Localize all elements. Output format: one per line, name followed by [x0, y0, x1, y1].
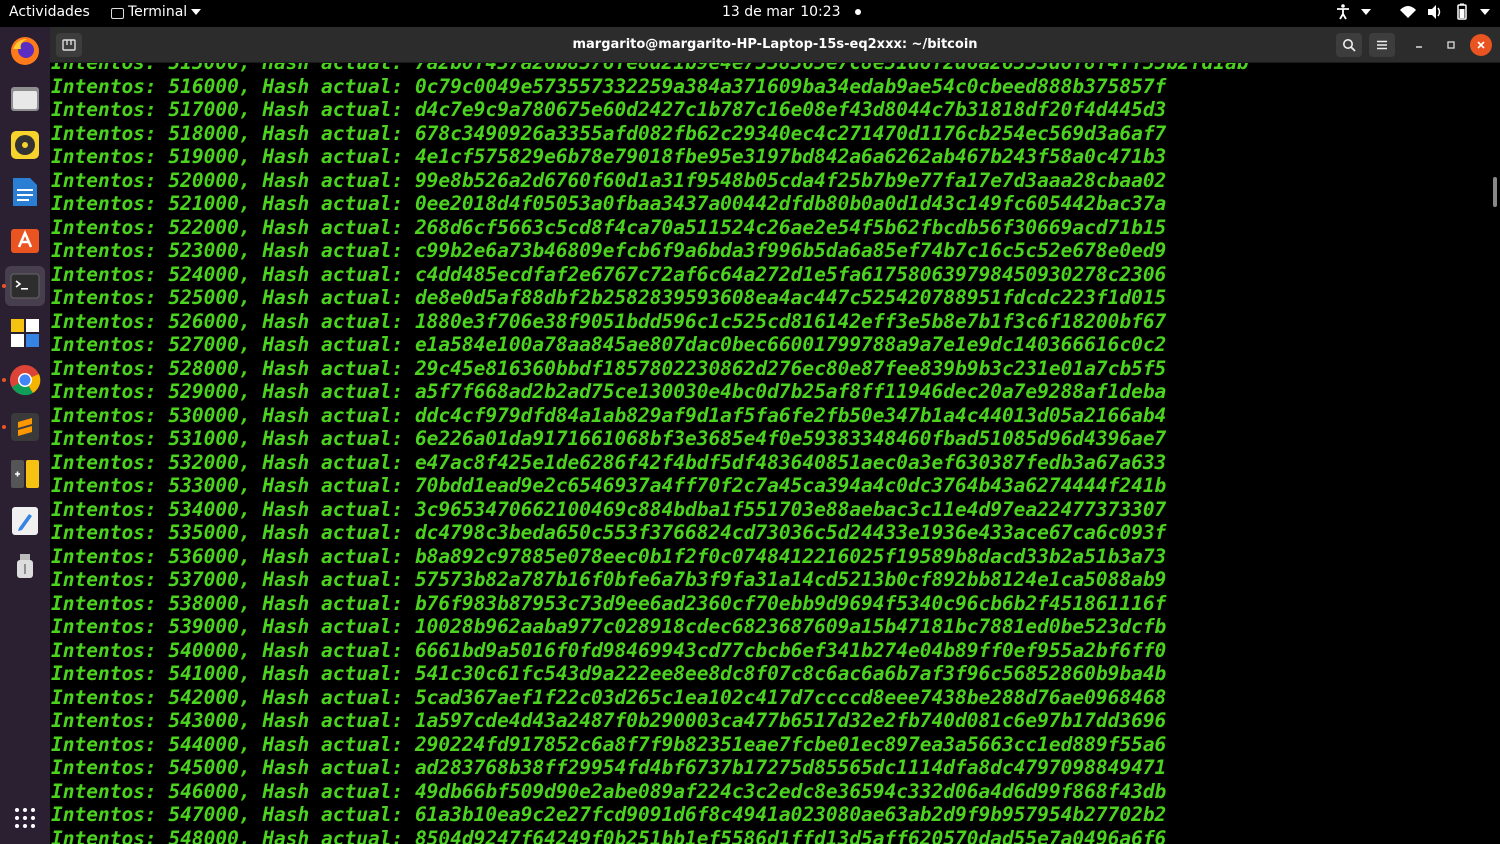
- terminal-line: Intentos: 519000, Hash actual: 4e1cf5758…: [51, 145, 1167, 168]
- chevron-down-icon[interactable]: [1480, 9, 1490, 15]
- running-indicator-icon: [2, 425, 6, 429]
- terminal-line: Intentos: 523000, Hash actual: c99b2e6a7…: [51, 239, 1167, 262]
- terminal-line: Intentos: 532000, Hash actual: e47ac8f42…: [51, 450, 1167, 474]
- app-menu[interactable]: Terminal: [111, 4, 202, 20]
- sublime-icon[interactable]: [5, 407, 45, 447]
- scrollbar[interactable]: [1490, 63, 1500, 844]
- terminal-line: Intentos: 524000, Hash actual: c4dd485ec…: [51, 262, 1167, 286]
- terminal-line: Intentos: 547000, Hash actual: 61a3b10ea…: [51, 803, 1167, 826]
- menu-icon: [1377, 40, 1387, 50]
- battery-icon[interactable]: [1453, 3, 1471, 21]
- minimize-icon: [1416, 46, 1422, 48]
- terminal-line: Intentos: 522000, Hash actual: 268d6cf56…: [51, 215, 1167, 239]
- search-icon: [1343, 39, 1356, 52]
- terminal-line: Intentos: 539000, Hash actual: 10028b962…: [51, 615, 1167, 638]
- maximize-button[interactable]: [1440, 34, 1462, 56]
- rhythmbox-icon[interactable]: [5, 125, 45, 165]
- chevron-down-icon[interactable]: [1361, 9, 1371, 15]
- terminal-lines: Intentos: 515000, Hash actual: 7a2b0f457…: [51, 63, 1248, 844]
- accessibility-icon[interactable]: [1334, 3, 1352, 21]
- files-icon[interactable]: [5, 78, 45, 118]
- terminal-line: Intentos: 545000, Hash actual: ad283768b…: [51, 756, 1167, 779]
- window-title: margarito@margarito-HP-Laptop-15s-eq2xxx…: [572, 37, 978, 52]
- terminal-line: Intentos: 534000, Hash actual: 3c9653470…: [51, 497, 1167, 521]
- volume-icon[interactable]: [1426, 3, 1444, 21]
- terminal-line: Intentos: 518000, Hash actual: 678c34909…: [51, 121, 1167, 145]
- terminal-line: Intentos: 529000, Hash actual: a5f7f668a…: [51, 380, 1167, 403]
- terminal-line: Intentos: 521000, Hash actual: 0ee2018d4…: [51, 192, 1167, 215]
- text-editor-icon[interactable]: [5, 501, 45, 541]
- maximize-icon: [1447, 41, 1455, 49]
- terminal-output[interactable]: Intentos: 515000, Hash actual: 7a2b0f457…: [50, 63, 1490, 844]
- clock-time: 10:23: [800, 4, 841, 20]
- terminal-line: Intentos: 517000, Hash actual: d4c7e9c9a…: [51, 98, 1167, 121]
- terminal-line: Intentos: 541000, Hash actual: 541c30c61…: [51, 662, 1167, 685]
- terminal-line: Intentos: 535000, Hash actual: dc4798c3b…: [51, 521, 1167, 544]
- terminal-mini-icon: [111, 7, 124, 19]
- terminal-line: Intentos: 533000, Hash actual: 70bdd1ead…: [51, 474, 1167, 497]
- terminal-line: Intentos: 515000, Hash actual: 7a2b0f457…: [51, 63, 1248, 75]
- system-tray[interactable]: [1334, 3, 1490, 21]
- search-button[interactable]: [1336, 33, 1362, 57]
- terminal-line: Intentos: 536000, Hash actual: b8a892c97…: [51, 544, 1167, 568]
- chrome-icon[interactable]: [5, 360, 45, 400]
- app-grid-icon[interactable]: [5, 798, 45, 838]
- scrollbar-thumb[interactable]: [1493, 177, 1497, 207]
- terminal-line: Intentos: 530000, Hash actual: ddc4cf979…: [51, 403, 1167, 427]
- terminal-line: Intentos: 531000, Hash actual: 6e226a01d…: [51, 427, 1167, 450]
- close-icon: [1477, 41, 1485, 49]
- terminal-line: Intentos: 546000, Hash actual: 49db66bf5…: [51, 779, 1167, 803]
- menu-button[interactable]: [1369, 33, 1395, 57]
- terminal-line: Intentos: 537000, Hash actual: 57573b82a…: [51, 568, 1167, 591]
- wifi-icon[interactable]: [1399, 3, 1417, 21]
- running-indicator-icon: [2, 378, 6, 382]
- writer-icon[interactable]: [5, 172, 45, 212]
- calculator-icon[interactable]: [5, 454, 45, 494]
- terminal-line: Intentos: 542000, Hash actual: 5cad367ae…: [51, 685, 1167, 709]
- dock: [0, 27, 50, 844]
- close-button[interactable]: [1470, 34, 1492, 56]
- activities-button[interactable]: Actividades: [9, 4, 90, 20]
- running-indicator-icon: [2, 284, 6, 288]
- usb-icon[interactable]: [5, 548, 45, 588]
- terminal-window: margarito@margarito-HP-Laptop-15s-eq2xxx…: [50, 27, 1500, 844]
- terminal-line: Intentos: 516000, Hash actual: 0c79c0049…: [51, 74, 1167, 98]
- terminal-line: Intentos: 543000, Hash actual: 1a597cde4…: [51, 709, 1167, 732]
- terminal-line: Intentos: 544000, Hash actual: 290224fd9…: [51, 732, 1167, 756]
- terminal-line: Intentos: 520000, Hash actual: 99e8b526a…: [51, 168, 1167, 192]
- chevron-down-icon: [191, 9, 202, 15]
- terminal-line: Intentos: 527000, Hash actual: e1a584e10…: [51, 333, 1167, 356]
- clock[interactable]: 13 de mar 10:23: [722, 4, 861, 20]
- notification-dot-icon: [854, 9, 861, 15]
- terminal-icon[interactable]: [5, 266, 45, 306]
- top-bar: Actividades Terminal 13 de mar 10:23: [0, 0, 1500, 27]
- clock-date: 13 de mar: [722, 4, 795, 20]
- firefox-icon[interactable]: [5, 31, 45, 71]
- app-menu-label: Terminal: [128, 4, 188, 20]
- terminal-line: Intentos: 540000, Hash actual: 6661bd9a5…: [51, 638, 1167, 662]
- terminal-line: Intentos: 548000, Hash actual: 8504d9247…: [51, 826, 1167, 844]
- software-icon[interactable]: [5, 219, 45, 259]
- terminal-line: Intentos: 538000, Hash actual: b76f983b8…: [51, 591, 1167, 615]
- minimize-button[interactable]: [1408, 34, 1430, 56]
- sudoku-icon[interactable]: [5, 313, 45, 353]
- terminal-line: Intentos: 525000, Hash actual: de8e0d5af…: [51, 286, 1167, 309]
- terminal-line: Intentos: 528000, Hash actual: 29c45e816…: [51, 356, 1167, 380]
- header-bar[interactable]: margarito@margarito-HP-Laptop-15s-eq2xxx…: [50, 27, 1500, 63]
- terminal-line: Intentos: 526000, Hash actual: 1880e3f70…: [51, 309, 1167, 333]
